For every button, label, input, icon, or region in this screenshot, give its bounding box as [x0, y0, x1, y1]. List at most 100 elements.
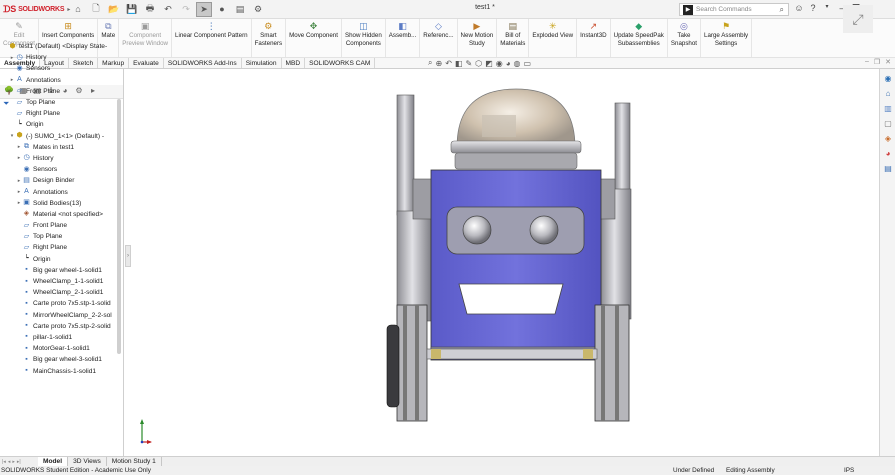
ribbon-button-show-hidden[interactable]: ◫ Show Hidden Components: [342, 19, 386, 57]
ribbon-button-linear-pattern[interactable]: ⋮ Linear Component Pattern: [172, 19, 252, 57]
previous-view-icon[interactable]: ↶: [445, 59, 452, 68]
tree-item[interactable]: ▪ MirrorWheelClamp_2-2-sol: [0, 310, 116, 321]
bottom-tab-model[interactable]: Model: [38, 457, 69, 466]
help-icon[interactable]: ?: [806, 3, 820, 13]
tree-item[interactable]: ▸ ◷ History: [0, 52, 116, 63]
view-orientation-icon[interactable]: ⬡: [475, 59, 482, 68]
apply-scene-icon[interactable]: ◍: [514, 59, 521, 68]
dynamic-annotation-icon[interactable]: ✎: [465, 59, 472, 68]
search-icon[interactable]: ⌕: [780, 5, 784, 15]
doc-restore-icon[interactable]: ❐: [874, 58, 880, 66]
tab-simulation[interactable]: Simulation: [242, 58, 282, 68]
ribbon-button-bom[interactable]: ▤ Bill of Materials: [497, 19, 530, 57]
tab-solidworks-cam[interactable]: SOLIDWORKS CAM: [305, 58, 376, 68]
tree-item[interactable]: ▸ A Annotations: [0, 186, 116, 197]
tree-item[interactable]: ┕ Origin: [0, 119, 116, 130]
ribbon-button-speedpak[interactable]: ◆ Update SpeedPak Subassemblies: [611, 19, 668, 57]
bottom-tab-motion-study-1[interactable]: Motion Study 1: [107, 457, 162, 466]
open-icon[interactable]: 📂: [106, 2, 122, 17]
ribbon-expand-icon[interactable]: ⤢: [843, 5, 873, 33]
tree-item[interactable]: ▪ Carte proto 7x5.stp-1-solid: [0, 298, 116, 309]
user-icon[interactable]: ☺: [792, 3, 806, 13]
zoom-to-fit-icon[interactable]: ⌕: [428, 58, 432, 68]
tab-solidworks-add-ins[interactable]: SOLIDWORKS Add-Ins: [164, 58, 242, 68]
tree-item[interactable]: ▪ WheelClamp_1-1-solid1: [0, 276, 116, 287]
prev-tab-icon[interactable]: ◂: [8, 459, 11, 465]
tree-item[interactable]: ▸ A Annotations: [0, 75, 116, 86]
display-style-icon[interactable]: ◩: [485, 59, 493, 68]
home-pane-icon[interactable]: ⌂: [882, 88, 894, 99]
tree-item[interactable]: ▪ Carte proto 7x5.stp-2-solid: [0, 321, 116, 332]
tree-item[interactable]: ▸ ⧉ Mates in test1: [0, 142, 116, 153]
undo-icon[interactable]: ↶: [160, 2, 176, 17]
search-input[interactable]: Search Commands: [696, 6, 752, 13]
tree-item[interactable]: ▸ ◷ History: [0, 153, 116, 164]
tree-item[interactable]: ▱ Front Plane: [0, 86, 116, 97]
next-tab-icon[interactable]: ▸: [12, 459, 15, 465]
tree-item[interactable]: ⬢ test1 (Default) <Display State-: [0, 41, 116, 52]
save-icon[interactable]: 💾: [124, 2, 140, 17]
tree-item[interactable]: ◈ Material <not specified>: [0, 209, 116, 220]
doc-minimize-icon[interactable]: –: [865, 58, 869, 66]
search-commands-box[interactable]: ▶ Search Commands ⌕: [679, 3, 789, 16]
doc-close-icon[interactable]: ✕: [885, 58, 891, 66]
tree-item[interactable]: ▱ Right Plane: [0, 242, 116, 253]
edit-appearance-icon[interactable]: ◕: [506, 59, 511, 68]
tree-item[interactable]: ▸ ▣ Solid Bodies(13): [0, 198, 116, 209]
options-gear-icon[interactable]: ⚙: [250, 2, 266, 17]
hide-show-items-icon[interactable]: ◉: [496, 59, 503, 68]
help-dropdown-icon[interactable]: ▾: [820, 3, 834, 13]
section-view-icon[interactable]: ◧: [455, 59, 463, 68]
tree-item[interactable]: ▪ MainChassis-1-solid1: [0, 365, 116, 376]
print-icon[interactable]: 🖶: [142, 2, 158, 17]
redo-icon[interactable]: ↷: [178, 2, 194, 17]
ribbon-button-motion-study[interactable]: ▶ New Motion Study: [458, 19, 498, 57]
solidworks-logo[interactable]: ᗪS SOLIDWORKS ▸: [0, 0, 70, 19]
tree-item[interactable]: ▪ Big gear wheel-1-solid1: [0, 265, 116, 276]
tab-mbd[interactable]: MBD: [282, 58, 306, 68]
file-explorer-icon[interactable]: ▢: [882, 118, 894, 129]
tree-item[interactable]: ▪ WheelClamp_2-1-solid1: [0, 287, 116, 298]
tree-item[interactable]: ▪ pillar-1-solid1: [0, 332, 116, 343]
select-cursor-icon[interactable]: ➤: [196, 1, 212, 17]
robot-model[interactable]: [131, 69, 879, 456]
status-units[interactable]: IPS: [844, 467, 854, 474]
ribbon-button-smart-fasteners[interactable]: ⚙ Smart Fasteners: [252, 19, 287, 57]
ribbon-button-snapshot[interactable]: ◎ Take Snapshot: [668, 19, 702, 57]
tree-item[interactable]: ◉ Sensors: [0, 164, 116, 175]
tree-item[interactable]: ▪ Big gear wheel-3-solid1: [0, 354, 116, 365]
appearances-icon[interactable]: ◕: [882, 148, 894, 159]
tree-item[interactable]: ▾ ⬢ (-) SUMO_1<1> (Default) -: [0, 131, 116, 142]
zoom-area-icon[interactable]: ⊕: [435, 59, 442, 68]
file-properties-icon[interactable]: ▤: [232, 2, 248, 17]
first-tab-icon[interactable]: |◂: [2, 459, 6, 465]
design-library-icon[interactable]: ▥: [882, 103, 894, 114]
rebuild-icon[interactable]: ●: [214, 2, 230, 17]
tree-item[interactable]: ◉ Sensors: [0, 63, 116, 74]
view-settings-icon[interactable]: ▭: [524, 59, 532, 68]
ribbon-button-reference-geometry[interactable]: ◇ Referenc...: [420, 19, 458, 57]
search-scope-icon[interactable]: ▶: [683, 4, 693, 15]
tab-evaluate[interactable]: Evaluate: [129, 58, 164, 68]
tree-item[interactable]: ▱ Top Plane: [0, 231, 116, 242]
ribbon-button-instant3d[interactable]: ↗ Instant3D: [577, 19, 611, 57]
tree-item[interactable]: ▱ Right Plane: [0, 108, 116, 119]
tree-item[interactable]: ▱ Top Plane: [0, 97, 116, 108]
new-document-icon[interactable]: 🗋: [88, 2, 104, 17]
ribbon-button-component-preview[interactable]: ▣ Component Preview Window: [119, 19, 173, 57]
bottom-tab-3d-views[interactable]: 3D Views: [68, 457, 107, 466]
ribbon-button-move-component[interactable]: ✥ Move Component: [286, 19, 342, 57]
ribbon-button-assembly-features[interactable]: ◧ Assemb...: [386, 19, 421, 57]
tree-item[interactable]: ┕ Origin: [0, 254, 116, 265]
last-tab-icon[interactable]: ▸|: [17, 459, 21, 465]
tree-item[interactable]: ▪ MotorGear-1-solid1: [0, 343, 116, 354]
solidworks-resources-icon[interactable]: ◉: [882, 73, 894, 84]
tree-scrollbar[interactable]: [117, 99, 121, 354]
tree-item[interactable]: ▸ ▤ Design Binder: [0, 175, 116, 186]
graphics-area[interactable]: [131, 69, 879, 456]
ribbon-button-large-assembly[interactable]: ⚑ Large Assembly Settings: [701, 19, 753, 57]
tree-item[interactable]: ▱ Front Plane: [0, 220, 116, 231]
ribbon-button-exploded-view[interactable]: ✳ Exploded View: [529, 19, 578, 57]
view-palette-icon[interactable]: ◈: [882, 133, 894, 144]
home-icon[interactable]: ⌂: [70, 2, 86, 17]
